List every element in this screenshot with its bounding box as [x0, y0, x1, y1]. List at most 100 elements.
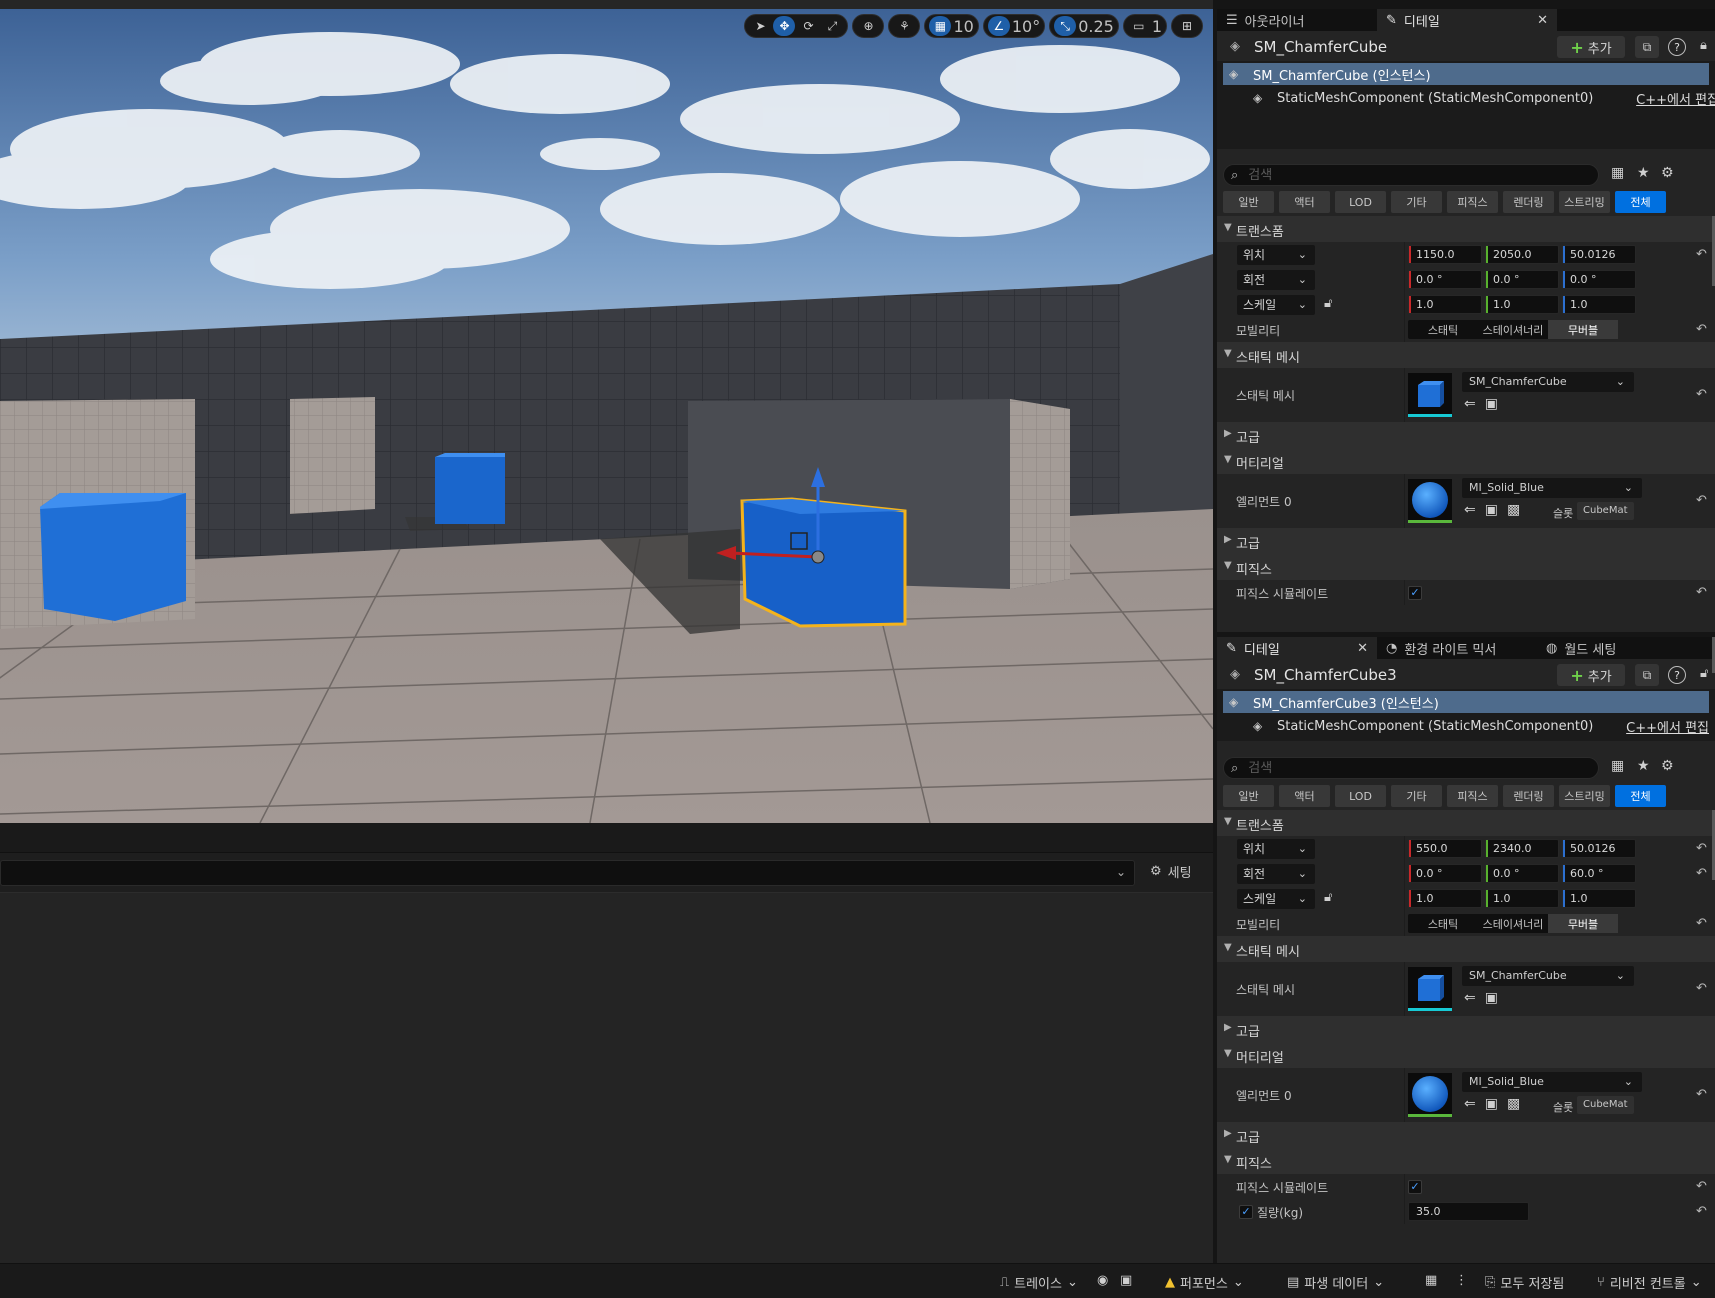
simulate-physics-checkbox[interactable]: ✓: [1408, 586, 1422, 600]
category-advanced[interactable]: ▶ 고급: [1217, 422, 1715, 448]
angle-snap-group[interactable]: ∠ 10°: [982, 14, 1046, 38]
location-z[interactable]: 50.0126: [1562, 245, 1636, 264]
scale-z[interactable]: 1.0: [1562, 889, 1636, 908]
camera-speed-group[interactable]: ▭ 1: [1122, 14, 1167, 38]
rotation-x[interactable]: 0.0 °: [1408, 270, 1482, 289]
scale-x[interactable]: 1.0: [1408, 889, 1482, 908]
add-component-button[interactable]: + 추가: [1557, 36, 1625, 58]
mesh-thumbnail[interactable]: [1408, 967, 1452, 1011]
filter-2[interactable]: LOD: [1335, 191, 1386, 213]
mobility-static[interactable]: 스태틱: [1408, 914, 1478, 933]
mesh-thumbnail[interactable]: [1408, 373, 1452, 417]
material-thumbnail[interactable]: [1408, 1073, 1452, 1117]
table-view-icon[interactable]: ▦: [1611, 758, 1624, 774]
simulate-physics-checkbox[interactable]: ✓: [1408, 1180, 1422, 1194]
tab-details[interactable]: ✎ 디테일 ✕: [1217, 637, 1377, 659]
static-mesh-picker[interactable]: SM_ChamferCube ⌄: [1462, 372, 1634, 392]
rotation-z[interactable]: 60.0 °: [1562, 864, 1636, 883]
material-thumbnail[interactable]: [1408, 479, 1452, 523]
rotation-dropdown[interactable]: 회전 ⌄: [1237, 270, 1315, 290]
rotation-y[interactable]: 0.0 °: [1485, 270, 1559, 289]
unlock-icon[interactable]: 🔓︎: [1324, 296, 1332, 311]
category-advanced-2[interactable]: ▶ 고급: [1217, 1122, 1715, 1148]
category-advanced-2[interactable]: ▶ 고급: [1217, 528, 1715, 554]
camera-icon[interactable]: ▭: [1128, 16, 1150, 36]
unlock-icon[interactable]: 🔓︎: [1324, 890, 1332, 905]
search-input[interactable]: [1246, 759, 1567, 777]
mobility-movable[interactable]: 무버블: [1548, 914, 1618, 933]
derived-data-button[interactable]: ▤ 파생 데이터 ⌄: [1287, 1273, 1384, 1292]
rotation-z[interactable]: 0.0 °: [1562, 270, 1636, 289]
gear-icon[interactable]: ⚙: [1661, 165, 1674, 181]
gear-icon[interactable]: ⚙: [1661, 758, 1674, 774]
filter-0[interactable]: 일반: [1223, 191, 1274, 213]
material-picker[interactable]: MI_Solid_Blue ⌄: [1462, 1072, 1642, 1092]
scale-mode-icon[interactable]: ⤢: [821, 16, 843, 36]
category-advanced[interactable]: ▶ 고급: [1217, 1016, 1715, 1042]
mobility-movable[interactable]: 무버블: [1548, 320, 1618, 339]
category-materials[interactable]: ▼ 머티리얼: [1217, 448, 1715, 474]
viewport-layout-icon[interactable]: ⊞: [1176, 16, 1198, 36]
tab-outliner[interactable]: ☰ 아웃라이너: [1217, 9, 1377, 31]
browse-icon[interactable]: ▣: [1485, 990, 1498, 1006]
close-icon[interactable]: ✕: [1357, 641, 1368, 656]
scale-snap-value[interactable]: 0.25: [1078, 17, 1114, 36]
reset-icon[interactable]: ↶: [1696, 841, 1707, 856]
screenshot-icon[interactable]: ▣: [1120, 1273, 1132, 1288]
category-physics[interactable]: ▼ 피직스: [1217, 554, 1715, 580]
cube-small[interactable]: [435, 453, 505, 524]
level-viewport[interactable]: ➤ ✥ ⟳ ⤢ ⊕ ⚘ ▦ 10 ∠ 10° ⤡ 0.25 ▭ 1 ⊞: [0, 0, 1213, 823]
rotate-mode-icon[interactable]: ⟳: [797, 16, 819, 36]
filter-1[interactable]: 액터: [1279, 191, 1330, 213]
component-child[interactable]: ◈ StaticMeshComponent (StaticMeshCompone…: [1223, 715, 1709, 737]
reset-icon[interactable]: ↶: [1696, 322, 1707, 337]
performance-button[interactable]: ▲ 퍼포먼스 ⌄: [1165, 1273, 1244, 1292]
filter-5[interactable]: 렌더링: [1503, 785, 1554, 807]
scale-dropdown[interactable]: 스케일 ⌄: [1237, 889, 1315, 909]
tab-world-settings[interactable]: ◍ 월드 세팅: [1537, 637, 1687, 659]
grid-snap-icon[interactable]: ▦: [929, 16, 952, 36]
viewport-scene[interactable]: [0, 9, 1213, 823]
blueprint-icon[interactable]: ⧉: [1635, 36, 1659, 58]
cube-selected[interactable]: [740, 497, 907, 628]
category-physics[interactable]: ▼ 피직스: [1217, 1148, 1715, 1174]
close-icon[interactable]: ✕: [1537, 13, 1548, 28]
surface-snap-icon[interactable]: ⚘: [893, 16, 915, 36]
filter-2[interactable]: LOD: [1335, 785, 1386, 807]
rotation-dropdown[interactable]: 회전 ⌄: [1237, 864, 1315, 884]
log-filter-dropdown[interactable]: ⌄: [0, 860, 1135, 886]
cube-left[interactable]: [40, 493, 186, 621]
category-static-mesh[interactable]: ▼ 스태틱 메시: [1217, 342, 1715, 368]
rotation-y[interactable]: 0.0 °: [1485, 864, 1559, 883]
use-selected-icon[interactable]: ⇐: [1464, 502, 1476, 518]
filter-4[interactable]: 피직스: [1447, 191, 1498, 213]
source-control-icon[interactable]: ▦: [1425, 1273, 1437, 1288]
filter-3[interactable]: 기타: [1391, 785, 1442, 807]
reset-icon[interactable]: ↶: [1696, 1179, 1707, 1194]
filter-7[interactable]: 전체: [1615, 785, 1666, 807]
record-icon[interactable]: ◉: [1097, 1273, 1108, 1288]
grid-snap-group[interactable]: ▦ 10: [924, 14, 979, 38]
help-icon[interactable]: ?: [1668, 38, 1686, 56]
location-dropdown[interactable]: 위치 ⌄: [1237, 839, 1315, 859]
blueprint-icon[interactable]: ⧉: [1635, 664, 1659, 686]
use-selected-icon[interactable]: ⇐: [1464, 990, 1476, 1006]
mobility-static[interactable]: 스태틱: [1408, 320, 1478, 339]
filter-4[interactable]: 피직스: [1447, 785, 1498, 807]
reset-icon[interactable]: ↶: [1696, 493, 1707, 508]
browse-icon[interactable]: ▣: [1485, 502, 1498, 518]
checker-icon[interactable]: ▩: [1507, 1096, 1520, 1112]
reset-icon[interactable]: ↶: [1696, 247, 1707, 262]
world-space-icon[interactable]: ⊕: [857, 16, 879, 36]
save-all-button[interactable]: ⎘ 모두 저장됨: [1485, 1273, 1564, 1292]
checker-icon[interactable]: ▩: [1507, 502, 1520, 518]
mass-override-checkbox[interactable]: ✓: [1239, 1205, 1253, 1219]
location-y[interactable]: 2340.0: [1485, 839, 1559, 858]
slot-name[interactable]: CubeMat: [1577, 1096, 1634, 1114]
revision-control-button[interactable]: ⑂ 리비전 컨트롤 ⌄: [1597, 1273, 1702, 1292]
camera-speed-value[interactable]: 1: [1152, 17, 1162, 36]
reset-icon[interactable]: ↶: [1696, 1204, 1707, 1219]
filter-1[interactable]: 액터: [1279, 785, 1330, 807]
select-mode-icon[interactable]: ➤: [749, 16, 771, 36]
scale-dropdown[interactable]: 스케일 ⌄: [1237, 295, 1315, 315]
